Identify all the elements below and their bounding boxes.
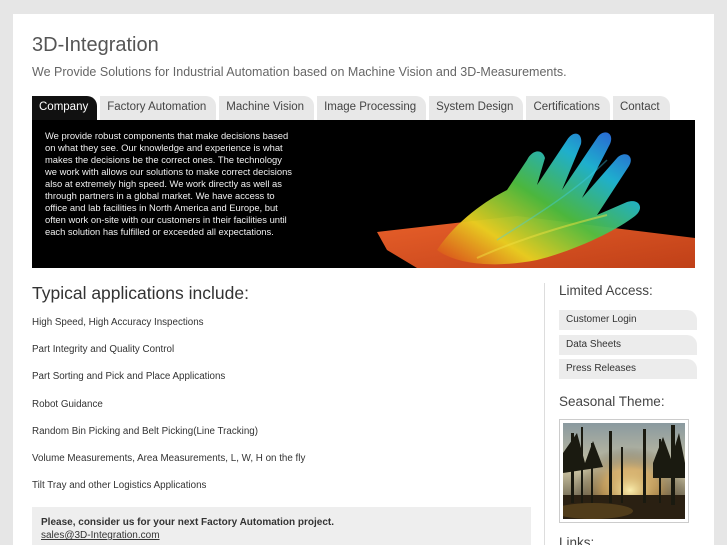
limited-access-menu: Customer Login Data Sheets Press Release…: [559, 310, 697, 384]
hero-line: makes the decisions be the correct ones.…: [45, 154, 282, 165]
limited-access-heading: Limited Access:: [559, 283, 653, 298]
hero-line: on what they see. Our knowledge and expe…: [45, 142, 283, 153]
hero-line: each solution has fulfilled or exceeded …: [45, 226, 274, 237]
sales-email-link[interactable]: sales@3D-Integration.com: [41, 530, 160, 541]
tab-machine-vision[interactable]: Machine Vision: [219, 96, 315, 120]
tab-system-design[interactable]: System Design: [429, 96, 524, 120]
hero-line: through partners in a global market. We …: [45, 190, 275, 201]
list-item: Tilt Tray and other Logistics Applicatio…: [32, 480, 207, 492]
hand-scan-image: [377, 132, 695, 268]
hero-line: also at extremely high speed. We work di…: [45, 178, 282, 189]
hero-line: office and lab facilities in North Ameri…: [45, 202, 278, 213]
tab-factory-automation[interactable]: Factory Automation: [100, 96, 217, 120]
applications-heading: Typical applications include:: [32, 283, 249, 303]
site-tagline: We Provide Solutions for Industrial Auto…: [32, 65, 567, 79]
hero-line: we work with allows our solutions to mak…: [45, 166, 292, 177]
list-item: Part Sorting and Pick and Place Applicat…: [32, 371, 226, 383]
press-releases-link[interactable]: Press Releases: [559, 359, 697, 379]
column-divider: [544, 283, 545, 545]
list-item: Random Bin Picking and Belt Picking(Line…: [32, 425, 258, 437]
data-sheets-link[interactable]: Data Sheets: [559, 334, 697, 355]
tab-contact[interactable]: Contact: [612, 96, 670, 120]
main-nav: Company Factory Automation Machine Visio…: [32, 96, 670, 120]
list-item: High Speed, High Accuracy Inspections: [32, 317, 204, 328]
callout-text: Please, consider us for your next Factor…: [41, 517, 335, 528]
contact-callout: Please, consider us for your next Factor…: [32, 507, 531, 545]
hero-description: We provide robust components that make d…: [45, 130, 315, 238]
hero-line: We provide robust components that make d…: [45, 130, 289, 141]
seasonal-theme-heading: Seasonal Theme:: [559, 394, 665, 409]
tab-image-processing[interactable]: Image Processing: [317, 96, 427, 120]
seasonal-theme-photo[interactable]: [553, 419, 689, 523]
site-title[interactable]: 3D-Integration: [32, 34, 159, 57]
page-container: 3D-Integration We Provide Solutions for …: [13, 14, 714, 545]
customer-login-link[interactable]: Customer Login: [559, 310, 697, 330]
list-item: Part Integrity and Quality Control: [32, 344, 175, 356]
links-heading: Links:: [559, 535, 595, 545]
list-item: Robot Guidance: [32, 398, 103, 410]
tab-company[interactable]: Company: [32, 96, 98, 120]
tab-certifications[interactable]: Certifications: [526, 96, 610, 120]
list-item: Volume Measurements, Area Measurements, …: [32, 452, 306, 464]
hero-banner: We provide robust components that make d…: [32, 120, 695, 268]
hero-line: often work on-site with our customers in…: [45, 214, 287, 225]
applications-list: High Speed, High Accuracy Inspections Pa…: [32, 317, 305, 507]
forest-sunrise-image: [553, 423, 685, 519]
